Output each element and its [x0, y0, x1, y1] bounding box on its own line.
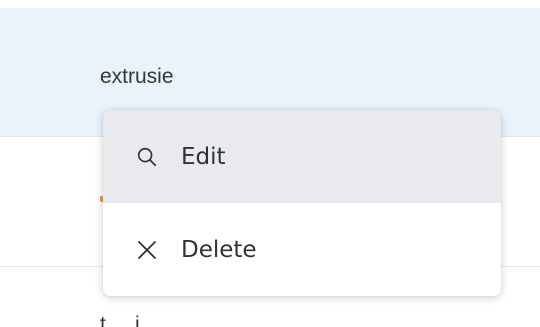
row-label: t ... i — [100, 313, 140, 327]
table-view: extrusie t ... i Edit Delete — [0, 0, 540, 327]
menu-item-edit[interactable]: Edit — [103, 110, 501, 203]
close-icon — [136, 239, 158, 261]
search-icon — [136, 146, 158, 168]
row-label: extrusie — [100, 65, 174, 88]
context-menu: Edit Delete — [103, 110, 501, 296]
menu-item-label: Delete — [181, 236, 257, 263]
menu-item-delete[interactable]: Delete — [103, 203, 501, 296]
menu-item-label: Edit — [181, 143, 226, 170]
